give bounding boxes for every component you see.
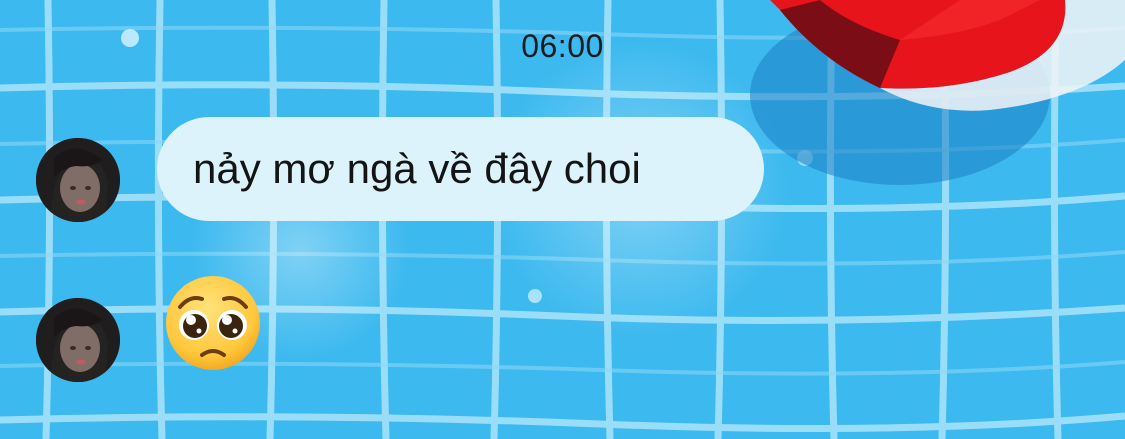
sender-avatar[interactable] — [36, 298, 120, 382]
message-bubble[interactable]: nảy mơ ngà về đây choi — [157, 117, 764, 221]
pleading-face-emoji-icon — [166, 276, 260, 370]
message-text: nảy mơ ngà về đây choi — [193, 145, 641, 192]
sender-avatar[interactable] — [36, 138, 120, 222]
message-timestamp: 06:00 — [521, 28, 604, 64]
user-avatar-icon — [36, 298, 120, 382]
emoji-message[interactable] — [162, 273, 264, 373]
user-avatar-icon — [36, 138, 120, 222]
